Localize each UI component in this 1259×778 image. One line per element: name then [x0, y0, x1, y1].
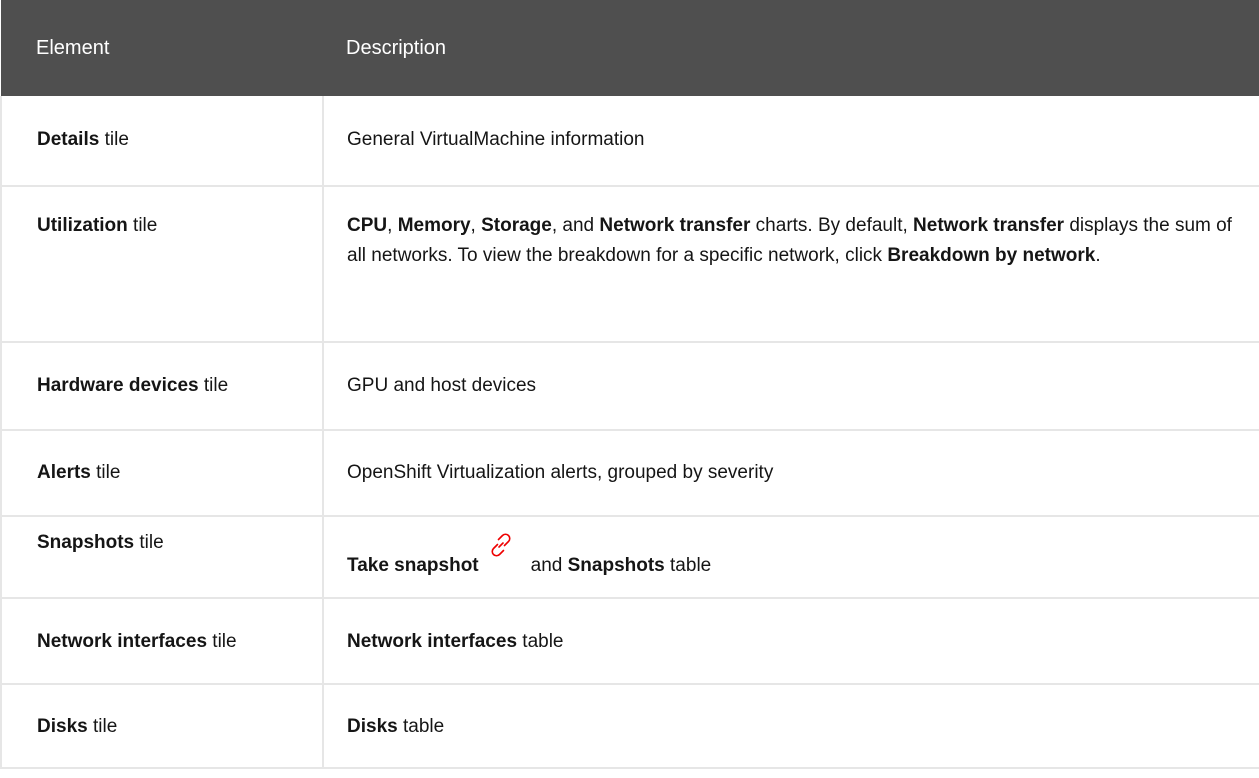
elements-table: Element Description Details tile General… — [0, 0, 1259, 769]
element-suffix: tile — [99, 129, 129, 150]
table-row: Alerts tile OpenShift Virtualization ale… — [0, 430, 1259, 517]
term-network-interfaces: Network interfaces — [347, 631, 518, 652]
element-suffix: tile — [87, 716, 118, 737]
table-row: Hardware devices tile GPU and host devic… — [0, 342, 1259, 431]
table-header-row: Element Description — [1, 0, 1259, 96]
description-cell: CPU, Memory, Storage, and Network transf… — [323, 186, 1259, 343]
element-cell: Network interfaces tile — [0, 598, 324, 685]
table-row: Details tile General VirtualMachine info… — [0, 96, 1259, 187]
term-memory: Memory — [397, 215, 471, 236]
element-name: Snapshots — [37, 532, 135, 553]
description-cell: Disks table — [323, 684, 1259, 769]
element-suffix: tile — [198, 375, 229, 396]
element-name: Details — [37, 129, 100, 150]
description-cell: Take snapshot and Snapshots table — [323, 516, 1259, 599]
element-suffix: tile — [134, 532, 164, 553]
element-cell: Snapshots tile — [0, 516, 324, 599]
element-cell: Disks tile — [0, 684, 324, 769]
term-snapshots: Snapshots — [567, 555, 665, 576]
element-name: Disks — [37, 716, 88, 737]
table-row: Utilization tile CPU, Memory, Storage, a… — [0, 186, 1259, 343]
link-icon[interactable] — [485, 529, 517, 561]
element-cell: Details tile — [0, 96, 324, 187]
element-name: Network interfaces — [37, 631, 208, 652]
term-network-transfer: Network transfer — [913, 215, 1065, 236]
term-breakdown-by-network: Breakdown by network — [887, 245, 1096, 266]
table-row: Snapshots tile Take snapshot and Snapshot… — [0, 516, 1259, 599]
element-cell: Alerts tile — [0, 430, 324, 517]
element-cell: Hardware devices tile — [0, 342, 324, 431]
desc-text: . — [1095, 245, 1101, 266]
element-suffix: tile — [90, 462, 121, 483]
desc-text: , and — [551, 215, 600, 236]
header-element: Element — [36, 36, 110, 59]
element-suffix: tile — [127, 215, 158, 236]
term-network-transfer: Network transfer — [599, 215, 751, 236]
description-cell: General VirtualMachine information — [323, 96, 1259, 187]
desc-text: table — [397, 716, 445, 737]
desc-text: and — [530, 555, 568, 576]
desc-text: table — [517, 631, 564, 652]
desc-text: , — [470, 215, 482, 236]
header-description: Description — [346, 36, 447, 59]
table-row: Network interfaces tile Network interfac… — [0, 598, 1259, 685]
description-cell: OpenShift Virtualization alerts, grouped… — [323, 430, 1259, 517]
element-name: Hardware devices — [37, 375, 199, 396]
desc-text: table — [664, 555, 712, 576]
term-cpu: CPU — [347, 215, 388, 236]
desc-text: , — [387, 215, 398, 236]
table-row: Disks tile Disks table — [0, 684, 1259, 769]
description-cell: Network interfaces table — [323, 598, 1259, 685]
term-take-snapshot: Take snapshot — [347, 555, 479, 576]
term-storage: Storage — [481, 215, 552, 236]
element-name: Alerts — [37, 462, 91, 483]
element-cell: Utilization tile — [0, 186, 324, 343]
description-cell: GPU and host devices — [323, 342, 1259, 431]
element-name: Utilization — [37, 215, 128, 236]
element-suffix: tile — [207, 631, 237, 652]
desc-text: charts. By default, — [750, 215, 914, 236]
term-disks: Disks — [347, 716, 398, 737]
